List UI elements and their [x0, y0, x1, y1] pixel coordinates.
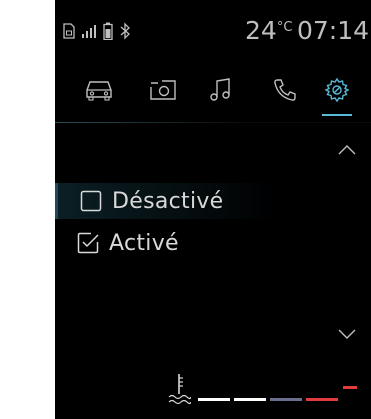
warning-marker	[343, 386, 357, 389]
option-active[interactable]: Activé	[55, 225, 371, 261]
gauge-segment	[306, 398, 338, 401]
engine-temperature-gauge	[55, 370, 371, 419]
clock: 07:14	[297, 16, 370, 45]
gauge-bars	[198, 398, 338, 401]
car-icon	[84, 79, 114, 105]
tab-bar	[55, 72, 371, 118]
tab-phone[interactable]	[262, 72, 308, 112]
display-screen: 24°C 07:14 Désactivé Activé	[55, 0, 371, 419]
temperature-unit: °C	[276, 20, 293, 35]
status-bar: 24°C 07:14	[55, 0, 371, 70]
sim-icon	[63, 23, 75, 39]
checkbox-checked-icon[interactable]	[77, 232, 99, 254]
chevron-up-icon	[335, 145, 359, 166]
tab-camera[interactable]	[140, 72, 186, 112]
gear-icon	[324, 77, 350, 107]
scroll-down-button[interactable]	[335, 322, 359, 346]
music-icon	[209, 77, 233, 107]
coolant-temperature-icon	[167, 370, 192, 406]
option-label: Désactivé	[112, 188, 224, 214]
tab-music[interactable]	[198, 72, 244, 112]
gauge-segment	[270, 398, 302, 401]
tab-car[interactable]	[76, 72, 122, 112]
scroll-up-button[interactable]	[335, 138, 359, 162]
camera-icon	[149, 78, 177, 106]
gauge-segment	[198, 398, 230, 401]
outside-temperature: 24°C	[245, 16, 292, 45]
option-desactive[interactable]: Désactivé	[55, 183, 371, 219]
bluetooth-icon	[119, 22, 131, 40]
phone-icon	[272, 77, 298, 107]
chevron-down-icon	[335, 329, 359, 350]
tab-settings[interactable]	[314, 72, 360, 116]
temperature-value: 24	[245, 16, 277, 45]
option-label: Activé	[109, 230, 179, 256]
status-icons	[63, 22, 131, 40]
signal-icon	[81, 23, 97, 39]
gauge-segment	[234, 398, 266, 401]
header-divider	[55, 122, 371, 123]
battery-icon	[103, 22, 113, 40]
checkbox-unchecked-icon[interactable]	[80, 190, 102, 212]
